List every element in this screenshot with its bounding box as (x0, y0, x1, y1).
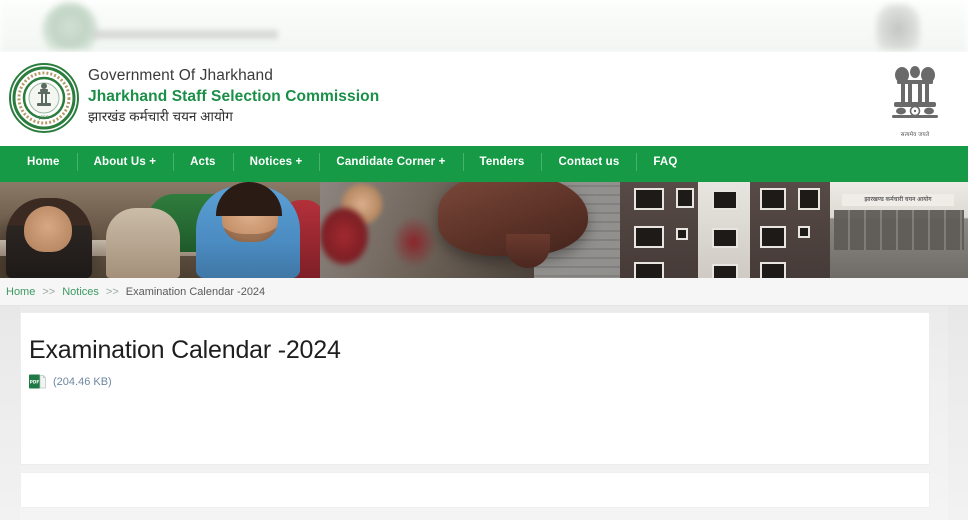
nav-item-acts[interactable]: Acts (173, 146, 233, 178)
pdf-file-icon: PDF (29, 373, 46, 390)
nav-item-faq[interactable]: FAQ (636, 146, 694, 178)
faded-jssc-seal-icon (42, 2, 98, 52)
notice-card: Examination Calendar -2024 PDF (204.46 K… (20, 312, 930, 465)
faded-national-emblem-icon (876, 4, 920, 52)
building-signage-text: झारखण्ड कर्मचारी चयन आयोग (842, 194, 954, 206)
site-header: JSSC Government Of Jharkhand Jharkhand S… (0, 52, 968, 146)
lower-content-strip (20, 472, 930, 508)
government-line: Government Of Jharkhand (88, 67, 273, 84)
national-emblem-icon: सत्यमेव जयते (882, 60, 948, 138)
banner-image-office-building: झारखण्ड कर्मचारी चयन आयोग (620, 178, 968, 278)
jssc-logo-icon[interactable]: JSSC (8, 62, 80, 134)
nav-item-candidate-corner[interactable]: Candidate Corner + (319, 146, 462, 178)
nav-item-home[interactable]: Home (10, 146, 77, 178)
faded-header-overlay (0, 0, 968, 52)
breadcrumb-notices[interactable]: Notices (62, 286, 99, 298)
banner-top-accent (0, 178, 968, 182)
content-left-gutter (0, 306, 20, 520)
breadcrumb: Home >> Notices >> Examination Calendar … (0, 278, 968, 306)
svg-text:JSSC: JSSC (38, 115, 49, 120)
breadcrumb-separator-2: >> (105, 285, 119, 298)
attachment-link[interactable]: PDF (204.46 KB) (29, 373, 112, 390)
banner-image-classroom (0, 178, 320, 278)
nav-item-notices[interactable]: Notices + (232, 146, 320, 178)
content-right-gutter (948, 306, 968, 520)
main-navigation: Home About Us + Acts Notices + Candidate… (0, 146, 968, 178)
page-title: Examination Calendar -2024 (29, 336, 341, 364)
banner-image-biometric (320, 178, 620, 278)
nav-item-tenders[interactable]: Tenders (462, 146, 542, 178)
content-area: Examination Calendar -2024 PDF (204.46 K… (0, 306, 968, 520)
hero-banner: झारखण्ड कर्मचारी चयन आयोग (0, 178, 968, 278)
brand-block: Government Of Jharkhand Jharkhand Staff … (88, 66, 379, 127)
breadcrumb-home[interactable]: Home (6, 286, 35, 298)
organization-name-english: Jharkhand Staff Selection Commission (88, 88, 380, 105)
svg-text:PDF: PDF (30, 380, 40, 385)
breadcrumb-current: Examination Calendar -2024 (125, 285, 266, 298)
nav-item-about-us[interactable]: About Us + (76, 146, 174, 178)
faded-brand-text (92, 30, 278, 39)
breadcrumb-separator-1: >> (42, 285, 56, 298)
attachment-size: (204.46 KB) (53, 375, 112, 388)
organization-name-hindi: झारखंड कर्मचारी चयन आयोग (88, 109, 233, 124)
emblem-motto: सत्यमेव जयते (900, 132, 930, 138)
nav-item-contact-us[interactable]: Contact us (541, 146, 636, 178)
page-root: JSSC Government Of Jharkhand Jharkhand S… (0, 0, 968, 520)
